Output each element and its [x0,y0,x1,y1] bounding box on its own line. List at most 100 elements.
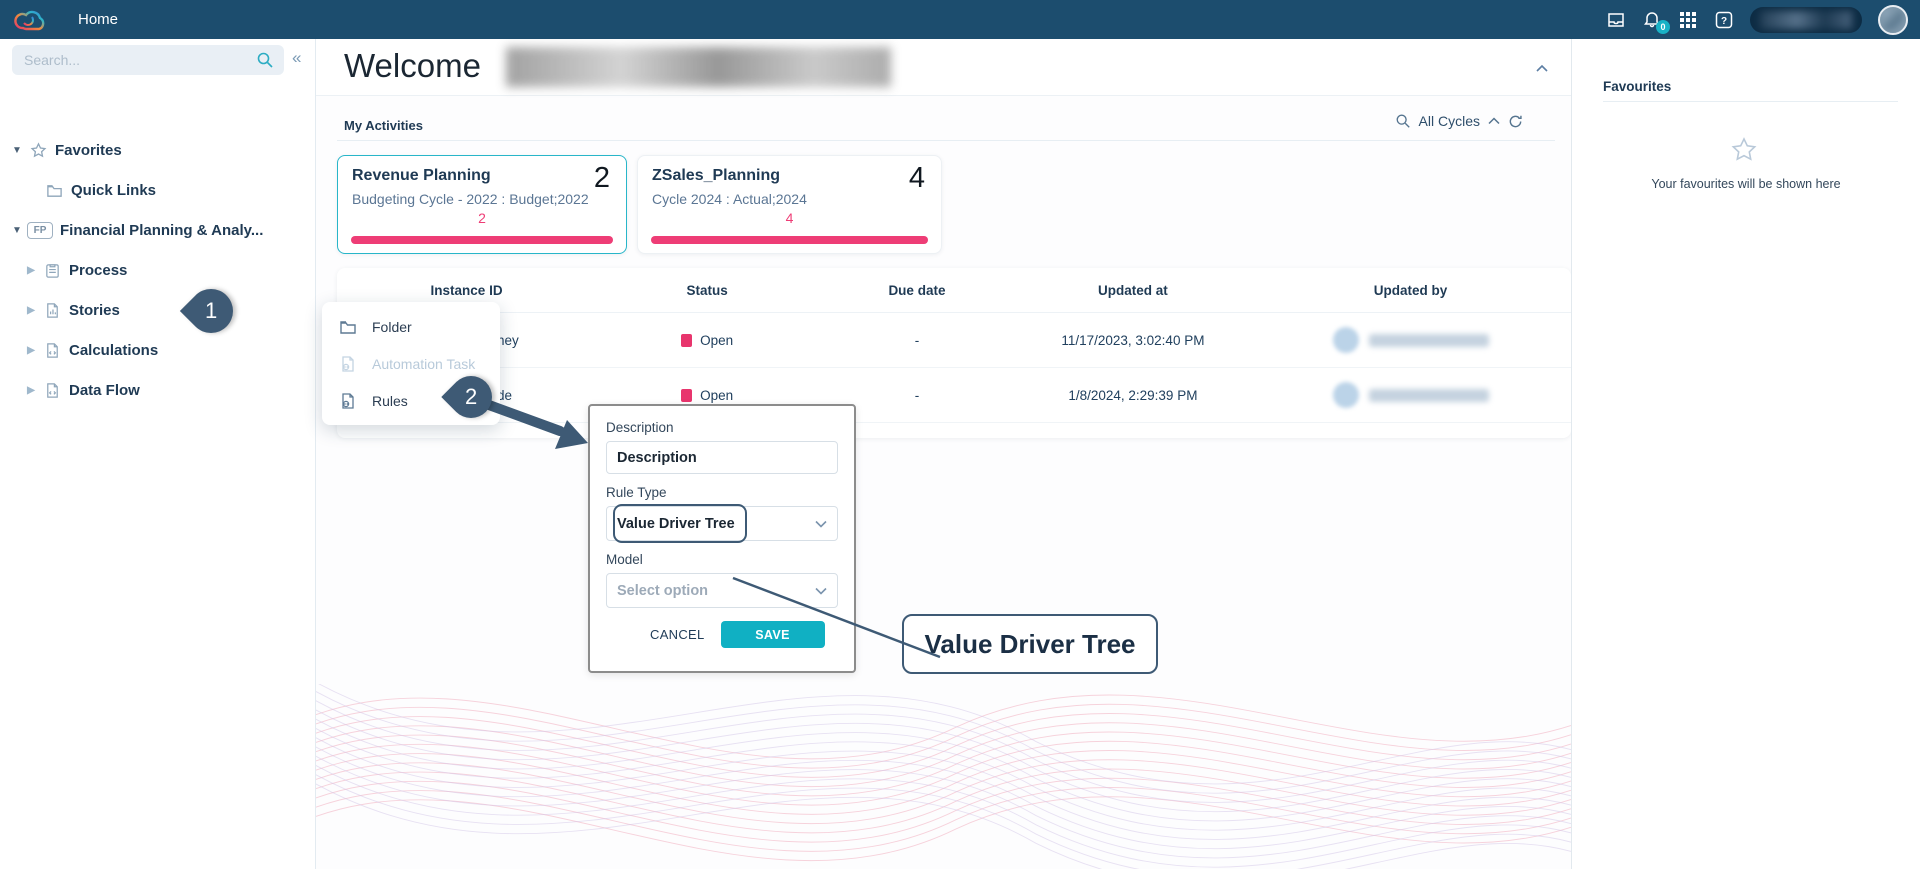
code-file-icon [339,392,357,410]
table-row[interactable]: ney Open - 11/17/2023, 3:02:40 PM [337,313,1571,368]
card-progress-bar [351,236,613,244]
card-progress-count: 4 [652,210,927,226]
notification-count-badge: 0 [1656,20,1670,34]
sidebar-item-label: Quick Links [71,182,156,199]
card-count: 2 [594,162,610,195]
folder-icon [46,182,63,199]
search-icon[interactable] [256,51,274,69]
card-subtitle: Cycle 2024 : Actual;2024 [652,191,927,207]
sidebar-item-label: Favorites [55,142,122,159]
sidebar-item-favorites[interactable]: ▼ Favorites [10,137,122,163]
collapse-up-icon[interactable] [1535,63,1549,73]
cancel-button[interactable]: CANCEL [650,627,705,642]
save-button[interactable]: SAVE [721,621,825,648]
card-subtitle: Budgeting Cycle - 2022 : Budget;2022 [352,191,612,207]
notifications-bell-icon[interactable]: 0 [1642,10,1662,30]
redacted-name [1369,334,1489,347]
status-open-icon [681,389,692,402]
chevron-right-icon[interactable]: ▶ [24,305,38,316]
updated-by-cell [1250,327,1571,353]
updated-by-cell [1250,382,1571,408]
status-cell: Open [596,333,818,348]
search-icon[interactable] [1395,113,1411,129]
menu-item-label: Rules [372,393,408,409]
redacted-name [1369,389,1489,402]
value-driver-tree-callout: Value Driver Tree [902,614,1158,674]
card-title: Revenue Planning [352,167,491,184]
search-input[interactable] [12,52,256,68]
svg-text:?: ? [1721,16,1727,27]
callout-text: Value Driver Tree [924,629,1135,660]
due-date-cell: - [818,333,1015,348]
my-activities-title: My Activities [344,118,423,133]
welcome-header: Welcome [316,39,1571,96]
sidebar-item-process[interactable]: ▶ Process [24,257,127,283]
tenant-name-redacted [1750,7,1862,33]
cycles-filter[interactable]: All Cycles [1395,113,1523,129]
chevron-right-icon[interactable]: ▶ [24,385,38,396]
model-label: Model [606,552,838,567]
favourites-empty-text: Your favourites will be shown here [1572,177,1920,191]
column-header[interactable]: Status [596,283,818,298]
card-progress-count: 2 [352,210,612,226]
activity-card-zsales-planning[interactable]: ZSales_Planning 4 Cycle 2024 : Actual;20… [637,155,942,254]
avatar [1333,327,1359,353]
sidebar-item-financial-planning[interactable]: ▼ FP Financial Planning & Analy... [10,217,263,243]
app-grid-icon[interactable] [1678,10,1698,30]
menu-item-folder[interactable]: Folder [322,308,500,345]
column-header[interactable]: Due date [818,283,1015,298]
activities-table: Instance ID Status Due date Updated at U… [337,268,1571,438]
inbox-icon[interactable] [1606,10,1626,30]
sidebar-collapse-icon[interactable]: « [292,48,301,68]
card-progress-bar [651,236,928,244]
status-open-icon [681,334,692,347]
rule-type-label: Rule Type [606,485,838,500]
column-header[interactable]: Instance ID [337,283,596,298]
user-avatar[interactable] [1878,5,1908,35]
navigation-sidebar: « ▼ Favorites Quick Links ▼ FP Financial… [0,39,316,869]
description-label: Description [606,420,838,435]
column-header[interactable]: Updated at [1016,283,1250,298]
status-badge: Open [700,388,733,403]
main-content: Welcome My Activities All Cycles Revenue… [316,39,1571,869]
home-tab[interactable]: Home [78,11,118,28]
sidebar-item-quick-links[interactable]: Quick Links [40,177,156,203]
card-title: ZSales_Planning [652,167,780,184]
sidebar-item-data-flow[interactable]: ▶ Data Flow [24,377,140,403]
card-count: 4 [909,162,925,195]
help-icon[interactable]: ? [1714,10,1734,30]
chevron-down-icon [815,520,827,528]
due-date-cell: - [818,388,1015,403]
menu-item-label: Automation Task [372,356,475,372]
section-divider [337,140,1555,141]
chevron-up-icon[interactable] [1488,117,1500,125]
app-logo-icon[interactable] [14,6,48,34]
code-file-icon [339,355,357,373]
rule-type-value: Value Driver Tree [617,516,735,532]
cycles-filter-value[interactable]: All Cycles [1419,113,1480,129]
table-row[interactable]: de Open - 1/8/2024, 2:29:39 PM [337,368,1571,423]
chevron-down-icon[interactable]: ▼ [10,225,24,236]
activity-card-revenue-planning[interactable]: Revenue Planning 2 Budgeting Cycle - 202… [337,155,627,254]
chevron-right-icon[interactable]: ▶ [24,345,38,356]
sidebar-search [12,45,284,75]
chevron-down-icon[interactable]: ▼ [10,145,24,156]
column-header[interactable]: Updated by [1250,283,1571,298]
top-bar: Home 0 ? [0,0,1920,39]
sidebar-item-calculations[interactable]: ▶ Calculations [24,337,158,363]
status-cell: Open [596,388,818,403]
description-input[interactable] [606,441,838,474]
sidebar-item-stories[interactable]: ▶ Stories [24,297,120,323]
sidebar-item-label: Process [69,262,127,279]
chevron-right-icon[interactable]: ▶ [24,265,38,276]
favourites-panel: Favourites Your favourites will be shown… [1571,39,1920,869]
rule-type-select[interactable]: Value Driver Tree [606,506,838,541]
clipboard-icon [44,262,61,279]
avatar [1333,382,1359,408]
refresh-icon[interactable] [1508,114,1523,129]
welcome-title: Welcome [344,47,481,85]
panel-divider [1603,101,1898,102]
model-select[interactable]: Select option [606,573,838,608]
code-file-icon [44,382,61,399]
sidebar-item-label: Data Flow [69,382,140,399]
